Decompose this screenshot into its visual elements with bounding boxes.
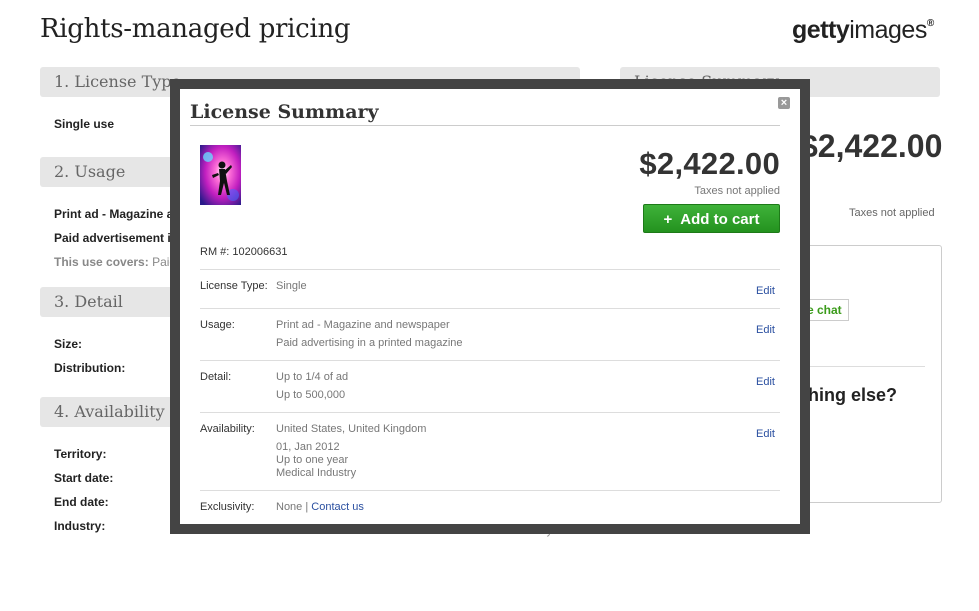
license-summary-modal: License Summary × $2,422.00 Taxes not ap… xyxy=(180,89,800,524)
availability-territory: United States, United Kingdom xyxy=(276,423,427,435)
license-type-value: Single xyxy=(276,280,307,292)
section-detail-label: 3. Detail xyxy=(54,292,123,311)
contact-us-link[interactable]: Contact us xyxy=(311,501,364,513)
availability-start-date: 01, Jan 2012 xyxy=(276,441,340,453)
logo-thin-text: images xyxy=(849,16,927,44)
image-thumbnail[interactable] xyxy=(200,145,241,205)
end-date-label: End date: xyxy=(54,495,109,509)
detail-size-label: Size: xyxy=(54,337,83,351)
help-panel xyxy=(790,245,942,503)
usage-value-line2: Paid advertising in a printed magazine xyxy=(276,337,463,349)
license-type-label: License Type: xyxy=(200,280,268,292)
section-license-type-label: 1. License Type xyxy=(54,72,182,91)
row-divider xyxy=(200,490,780,491)
add-to-cart-label: Add to cart xyxy=(680,211,760,228)
logo-bold-text: getty xyxy=(792,16,850,44)
close-icon[interactable]: × xyxy=(778,97,790,109)
add-to-cart-button[interactable]: + Add to cart xyxy=(643,204,780,233)
logo-registered-mark: ® xyxy=(926,18,934,29)
availability-duration: Up to one year xyxy=(276,454,349,466)
exclusivity-label: Exclusivity: xyxy=(200,501,255,513)
edit-detail-link[interactable]: Edit xyxy=(756,376,775,388)
singer-silhouette-thumbnail xyxy=(200,145,241,205)
usage-line2: Paid advertisement i xyxy=(54,231,171,245)
usage-covers-label: This use covers: xyxy=(54,255,149,269)
detail-label: Detail: xyxy=(200,371,232,383)
getty-images-logo[interactable]: gettyimages® xyxy=(792,16,934,45)
section-usage-label: 2. Usage xyxy=(54,162,126,181)
exclusivity-value: None | Contact us xyxy=(276,501,364,514)
edit-usage-link[interactable]: Edit xyxy=(756,324,775,336)
usage-covers: This use covers: Paid xyxy=(54,255,176,269)
license-value: Single use xyxy=(54,117,115,131)
availability-industry: Medical Industry xyxy=(276,467,357,479)
sidebar-taxes: Taxes not applied xyxy=(849,207,935,219)
usage-value-line1: Print ad - Magazine and newspaper xyxy=(276,319,450,331)
exclusivity-separator: | xyxy=(302,501,312,513)
page-title: Rights-managed pricing xyxy=(40,14,351,44)
row-divider xyxy=(200,308,780,309)
industry-label: Industry: xyxy=(54,519,106,533)
plus-icon: + xyxy=(663,211,673,228)
rm-number: RM #: 102006631 xyxy=(200,246,288,258)
modal-title: License Summary xyxy=(190,101,379,123)
usage-line1: Print ad - Magazine a xyxy=(54,207,174,221)
modal-title-divider xyxy=(190,125,780,126)
row-divider xyxy=(200,269,780,270)
usage-label: Usage: xyxy=(200,319,235,331)
row-divider xyxy=(200,360,780,361)
modal-taxes: Taxes not applied xyxy=(694,185,780,197)
start-date-label: Start date: xyxy=(54,471,114,485)
anything-else-heading: hing else? xyxy=(808,385,898,405)
help-panel-divider xyxy=(800,366,925,367)
sidebar-price: $2,422.00 xyxy=(800,128,943,164)
edit-availability-link[interactable]: Edit xyxy=(756,428,775,440)
detail-distribution-label: Distribution: xyxy=(54,361,126,375)
detail-value-line1: Up to 1/4 of ad xyxy=(276,371,349,383)
section-availability-label: 4. Availability xyxy=(54,402,165,421)
availability-label: Availability: xyxy=(200,423,255,435)
modal-price: $2,422.00 xyxy=(639,146,780,181)
exclusivity-none: None xyxy=(276,501,303,513)
territory-label: Territory: xyxy=(54,447,107,461)
row-divider xyxy=(200,412,780,413)
detail-value-line2: Up to 500,000 xyxy=(276,389,346,401)
edit-license-type-link[interactable]: Edit xyxy=(756,285,775,297)
